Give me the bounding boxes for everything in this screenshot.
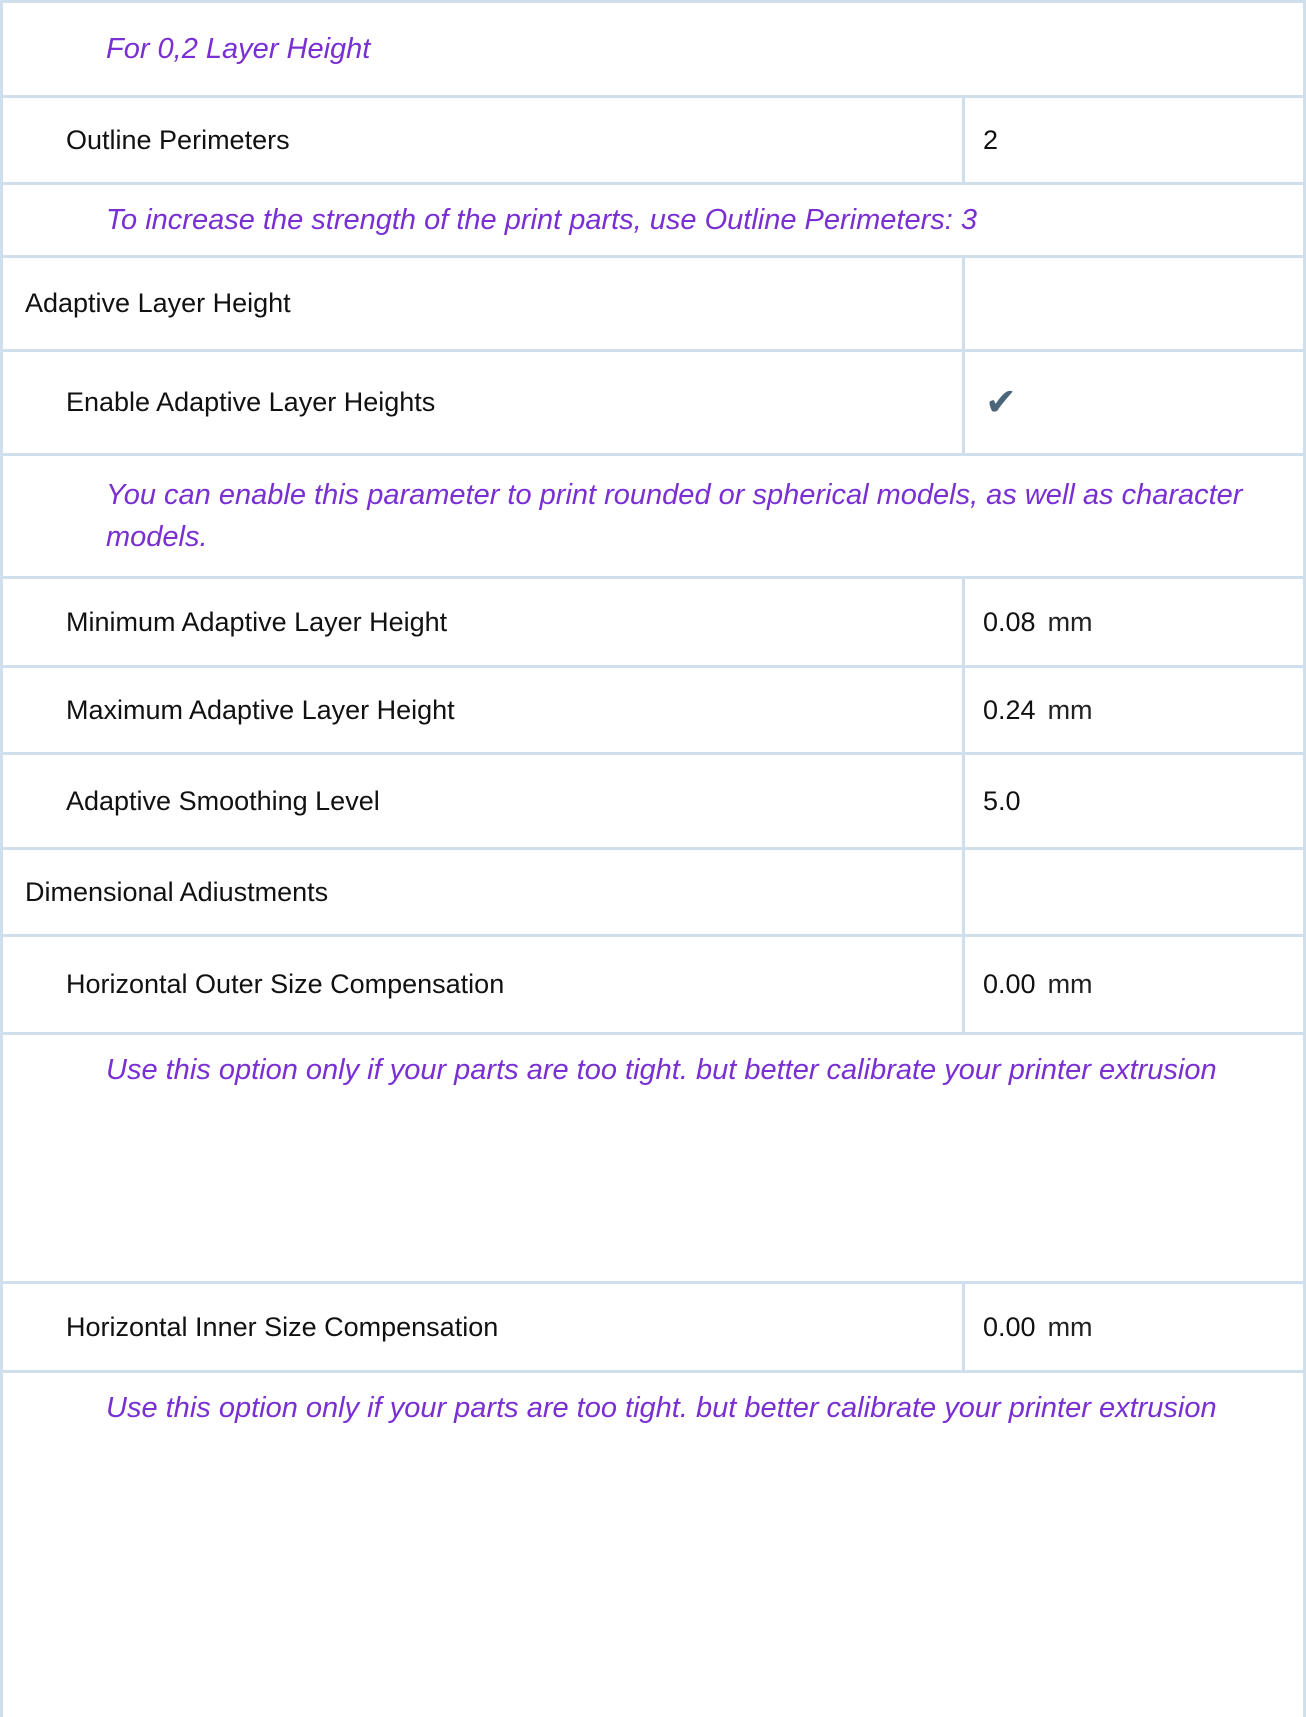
outer-comp-unit: mm	[1047, 969, 1093, 999]
min-adaptive-label: Minimum Adaptive Layer Height	[66, 606, 448, 637]
smoothing-value-cell[interactable]: 5.0	[965, 755, 1303, 847]
max-adaptive-value[interactable]: 0.24	[983, 695, 1036, 726]
setting-row-enable-adaptive: Enable Adaptive Layer Heights ✔	[3, 352, 1303, 456]
setting-row-outer-comp: Horizontal Outer Size Compensation 0.00 …	[3, 937, 1303, 1035]
outline-perimeters-label: Outline Perimeters	[66, 124, 290, 155]
max-adaptive-value-cell[interactable]: 0.24 mm	[965, 668, 1303, 752]
min-adaptive-value-cell[interactable]: 0.08 mm	[965, 579, 1303, 665]
section-dimensional-heading: Dimensional Adiustments	[25, 876, 329, 907]
max-adaptive-label: Maximum Adaptive Layer Height	[66, 694, 455, 725]
max-adaptive-unit: mm	[1047, 694, 1093, 725]
section-adaptive-heading: Adaptive Layer Height	[25, 288, 291, 318]
enable-adaptive-checkbox[interactable]: ✔	[965, 352, 1303, 453]
note-layer-height: For 0,2 Layer Height	[106, 33, 371, 65]
note-inner: Use this option only if your parts are t…	[106, 1392, 1217, 1424]
note-row-outer: Use this option only if your parts are t…	[3, 1035, 1303, 1284]
smoothing-label: Adaptive Smoothing Level	[66, 785, 380, 816]
setting-row-inner-comp: Horizontal Inner Size Compensation 0.00 …	[3, 1284, 1303, 1373]
min-adaptive-unit: mm	[1047, 606, 1093, 637]
section-row-adaptive: Adaptive Layer Height	[3, 258, 1303, 352]
inner-comp-unit: mm	[1047, 1311, 1093, 1342]
outer-comp-value-cell[interactable]: 0.00 mm	[965, 937, 1303, 1032]
checkmark-icon: ✔	[985, 381, 1017, 424]
outer-comp-label: Horizontal Outer Size Compensation	[66, 969, 505, 999]
setting-row-outline-perimeters: Outline Perimeters 2	[3, 98, 1303, 185]
note-row-inner: Use this option only if your parts are t…	[3, 1373, 1303, 1613]
inner-comp-value[interactable]: 0.00	[983, 1312, 1036, 1343]
setting-row-max-adaptive: Maximum Adaptive Layer Height 0.24 mm	[3, 668, 1303, 755]
inner-comp-value-cell[interactable]: 0.00 mm	[965, 1284, 1303, 1370]
note-row-perimeters: To increase the strength of the print pa…	[3, 185, 1303, 258]
outer-comp-value[interactable]: 0.00	[983, 969, 1036, 1000]
note-outer: Use this option only if your parts are t…	[106, 1054, 1217, 1086]
section-dimensional-empty-cell	[965, 850, 1303, 934]
setting-row-min-adaptive: Minimum Adaptive Layer Height 0.08 mm	[3, 579, 1303, 668]
outline-perimeters-value[interactable]: 2	[983, 125, 998, 156]
smoothing-value[interactable]: 5.0	[983, 786, 1021, 817]
section-adaptive-empty-cell	[965, 258, 1303, 349]
setting-row-smoothing: Adaptive Smoothing Level 5.0	[3, 755, 1303, 850]
min-adaptive-value[interactable]: 0.08	[983, 607, 1036, 638]
enable-adaptive-label: Enable Adaptive Layer Heights	[66, 387, 436, 417]
note-perimeters: To increase the strength of the print pa…	[106, 204, 977, 236]
outline-perimeters-value-cell[interactable]: 2	[965, 98, 1303, 182]
note-row-adaptive: You can enable this parameter to print r…	[3, 456, 1303, 579]
inner-comp-label: Horizontal Inner Size Compensation	[66, 1311, 499, 1342]
note-adaptive: You can enable this parameter to print r…	[106, 479, 1243, 553]
note-row-layer-height: For 0,2 Layer Height	[3, 3, 1303, 98]
section-row-dimensional: Dimensional Adiustments	[3, 850, 1303, 937]
settings-table: For 0,2 Layer Height Outline Perimeters …	[0, 0, 1306, 1717]
